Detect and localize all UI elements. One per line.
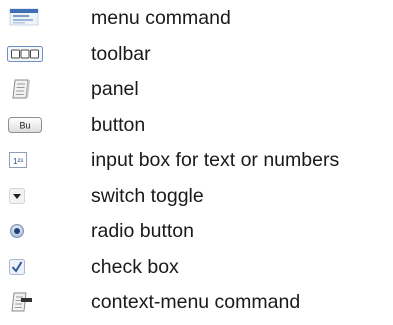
menu-command-icon	[4, 6, 46, 30]
legend-label: button	[91, 113, 146, 136]
switch-toggle-icon	[4, 184, 46, 208]
button-icon-text: Bu	[19, 120, 30, 130]
legend-row-context-menu-command: context-menu command	[0, 286, 393, 322]
panel-icon	[4, 77, 46, 101]
legend-row-button: Bu button	[0, 109, 393, 145]
context-menu-command-icon	[4, 290, 46, 314]
legend-label: panel	[91, 78, 139, 100]
toolbar-icon	[4, 42, 46, 66]
legend-label: context-menu command	[91, 291, 301, 313]
radio-button-icon	[4, 219, 46, 243]
legend-label: input box for text or numbers	[91, 149, 340, 171]
legend-row-panel: panel	[0, 73, 393, 109]
legend-label: toolbar	[91, 42, 151, 65]
legend-row-menu-command: menu command	[0, 2, 393, 38]
legend-label: switch toggle	[91, 184, 204, 207]
icon-legend: menu command toolbar panel Bu button 1²³…	[0, 2, 393, 322]
legend-label: check box	[91, 255, 179, 278]
button-icon: Bu	[4, 113, 46, 137]
input-box-icon-text: 1²³	[13, 157, 23, 166]
legend-label: radio button	[91, 220, 194, 242]
legend-row-input-box: 1²³ input box for text or numbers	[0, 144, 393, 180]
legend-row-check-box: check box	[0, 251, 393, 287]
input-box-icon: 1²³	[4, 148, 46, 172]
legend-row-toolbar: toolbar	[0, 38, 393, 74]
legend-label: menu command	[91, 7, 231, 29]
legend-row-radio-button: radio button	[0, 215, 393, 251]
legend-row-switch-toggle: switch toggle	[0, 180, 393, 216]
check-box-icon	[4, 255, 46, 279]
